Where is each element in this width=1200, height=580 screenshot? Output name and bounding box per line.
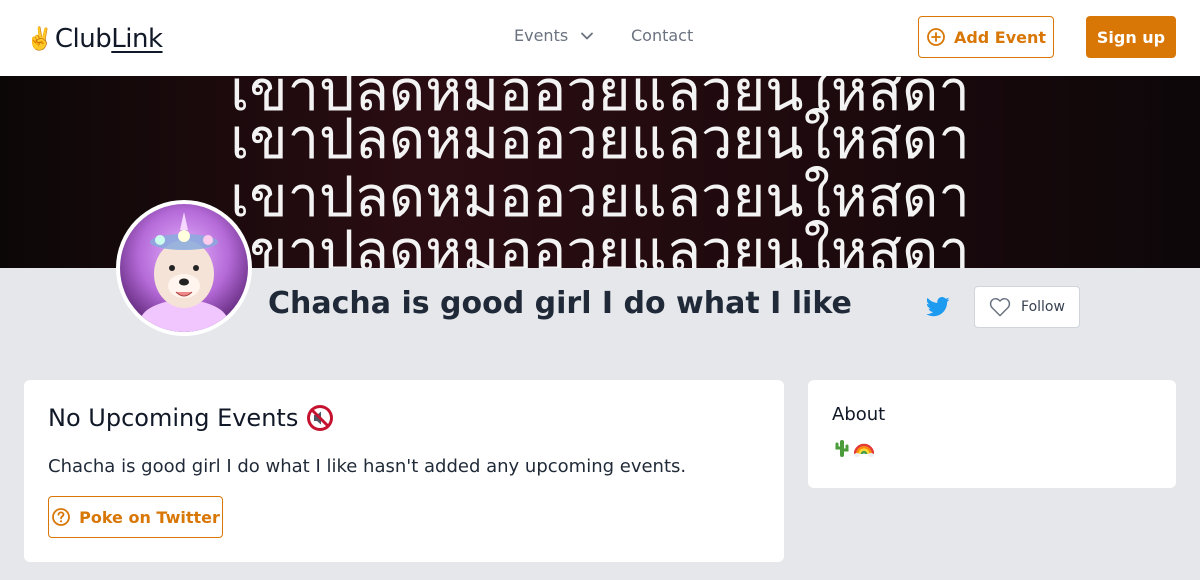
- banner-text-line: เขาปลดหมออวยแลวยนใหสดา: [230, 107, 970, 172]
- add-event-button[interactable]: Add Event: [918, 16, 1054, 58]
- add-event-label: Add Event: [953, 27, 1047, 47]
- upcoming-events-card: No Upcoming Events Chacha is good girl I…: [24, 380, 784, 562]
- follow-button[interactable]: Follow: [974, 286, 1080, 328]
- no-events-message: Chacha is good girl I do what I like has…: [48, 456, 687, 477]
- avatar-image: [120, 204, 248, 332]
- nav-events-label: Events: [514, 26, 569, 45]
- profile-avatar: [116, 200, 252, 336]
- chevron-down-icon: [581, 32, 594, 39]
- victory-hand-icon: ✌️: [26, 26, 53, 52]
- heart-icon: [989, 297, 1011, 317]
- question-circle-icon: [52, 508, 71, 526]
- about-card: About: [808, 380, 1176, 488]
- about-title: About: [832, 404, 886, 425]
- poke-label: Poke on Twitter: [79, 507, 220, 527]
- nav-events-dropdown[interactable]: Events: [514, 26, 594, 45]
- about-emoji-row: [832, 438, 874, 458]
- events-card-heading: No Upcoming Events: [48, 404, 334, 432]
- logo-text-club: Club: [54, 24, 112, 54]
- follow-label: Follow: [1021, 299, 1065, 315]
- profile-name: Chacha is good girl I do what I like: [268, 286, 852, 321]
- twitter-icon[interactable]: [926, 296, 950, 318]
- sign-up-button[interactable]: Sign up: [1086, 16, 1176, 58]
- rainbow-icon: [854, 443, 874, 457]
- cactus-icon: [835, 440, 849, 457]
- muted-speaker-icon: [307, 405, 334, 431]
- nav-contact-link[interactable]: Contact: [631, 26, 693, 45]
- poke-on-twitter-button[interactable]: Poke on Twitter: [48, 496, 223, 538]
- events-card-title: No Upcoming Events: [48, 404, 299, 432]
- clublink-logo[interactable]: ✌️ Club Link: [26, 22, 163, 56]
- top-navbar: ✌️ Club Link Events Contact Add Event Sig…: [0, 0, 1200, 76]
- plus-circle-icon: [927, 28, 945, 46]
- logo-text-link: Link: [111, 24, 163, 54]
